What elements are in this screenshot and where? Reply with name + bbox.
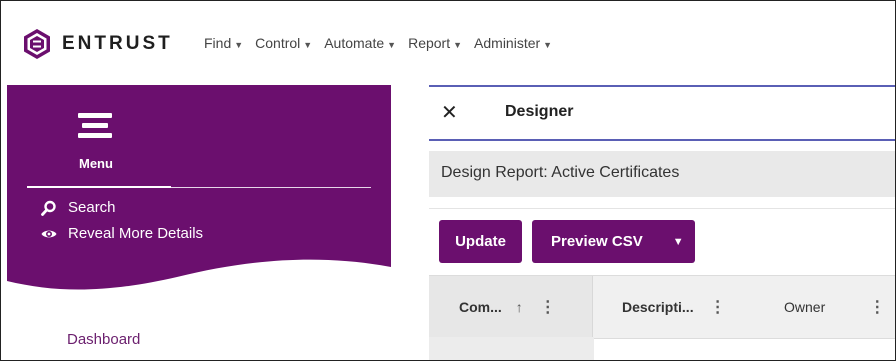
chevron-down-icon: ▼ <box>303 40 313 50</box>
column-header-owner[interactable]: Owner ⋮ <box>784 276 885 338</box>
nav-control[interactable]: Control ▼ <box>255 35 312 51</box>
sort-arrow-up-icon[interactable]: ↑ <box>516 299 523 315</box>
report-title: Design Report: Active Certificates <box>441 164 680 181</box>
chevron-down-icon: ▼ <box>387 40 397 50</box>
hamburger-icon[interactable] <box>78 113 112 143</box>
menu-wave-background <box>7 85 391 290</box>
entrust-hexagon-icon <box>24 29 50 59</box>
menu-title[interactable]: Menu <box>79 156 113 171</box>
menu-search-label: Search <box>68 199 116 216</box>
update-button[interactable]: Update <box>439 220 522 263</box>
nav-find-label: Find <box>204 35 232 51</box>
top-navigation-bar: ENTRUST Find ▼ Control ▼ Automate ▼ Report ▼… <box>1 1 895 77</box>
nav-automate[interactable]: Automate ▼ <box>324 35 396 51</box>
menu-reveal-link[interactable]: Reveal More Details <box>41 225 203 242</box>
update-button-label: Update <box>455 233 506 250</box>
menu-divider <box>171 187 371 188</box>
nav-automate-label: Automate <box>324 35 385 51</box>
caret-down-icon[interactable]: ▼ <box>673 236 684 248</box>
grid-first-cell <box>429 337 594 360</box>
close-icon[interactable]: ✕ <box>441 100 458 125</box>
chevron-down-icon: ▼ <box>543 40 553 50</box>
column-header-label: Descripti... <box>622 299 694 315</box>
nav-control-label: Control <box>255 35 301 51</box>
brand-name: ENTRUST <box>62 33 173 54</box>
nav-administer[interactable]: Administer ▼ <box>474 35 552 51</box>
column-menu-icon[interactable]: ⋮ <box>710 297 726 317</box>
column-header-common-name[interactable]: Com... ↑ ⋮ <box>429 276 593 338</box>
preview-csv-label: Preview CSV <box>551 233 643 250</box>
menu-search-link[interactable]: Search <box>41 199 116 216</box>
entrust-logo[interactable]: ENTRUST <box>21 28 173 60</box>
chevron-down-icon: ▼ <box>453 40 463 50</box>
column-header-label: Com... <box>459 299 502 315</box>
column-menu-icon[interactable]: ⋮ <box>540 297 556 317</box>
designer-header: ✕ Designer <box>429 85 895 141</box>
eye-icon <box>41 226 57 242</box>
chevron-down-icon: ▼ <box>234 40 244 50</box>
nav-administer-label: Administer <box>474 35 541 51</box>
nav-report-label: Report <box>408 35 451 51</box>
preview-csv-button[interactable]: Preview CSV ▼ <box>532 220 695 263</box>
report-grid-header: Com... ↑ ⋮ Descripti... ⋮ Owner ⋮ <box>429 275 895 339</box>
column-menu-icon[interactable]: ⋮ <box>869 297 885 317</box>
sidebar-item-dashboard[interactable]: Dashboard <box>67 331 140 348</box>
nav-find[interactable]: Find ▼ <box>204 35 243 51</box>
menu-reveal-label: Reveal More Details <box>68 225 204 242</box>
app-window: ENTRUST Find ▼ Control ▼ Automate ▼ Report ▼… <box>0 0 896 361</box>
designer-title: Designer <box>505 103 574 120</box>
designer-toolbar: Update Preview CSV ▼ <box>429 208 895 275</box>
report-title-band: Design Report: Active Certificates <box>429 151 895 197</box>
side-menu-panel <box>7 85 391 305</box>
search-icon <box>41 200 57 216</box>
nav-report[interactable]: Report ▼ <box>408 35 462 51</box>
column-header-label: Owner <box>784 299 826 315</box>
menu-tab-indicator <box>27 186 171 188</box>
column-header-description[interactable]: Descripti... ⋮ <box>622 276 726 338</box>
main-nav: Find ▼ Control ▼ Automate ▼ Report ▼ Adminis… <box>204 35 564 51</box>
